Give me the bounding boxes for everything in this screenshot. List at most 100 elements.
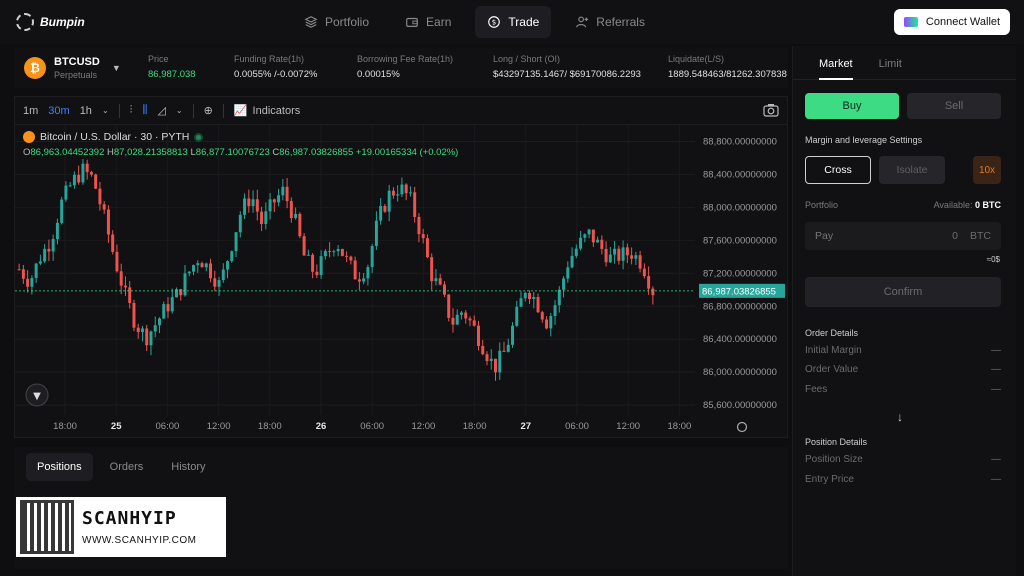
candle-body <box>323 250 327 257</box>
bar-chart-icon[interactable]: ⫶ <box>130 104 133 117</box>
chevron-down-icon[interactable]: ⌄ <box>176 106 183 115</box>
nav-portfolio[interactable]: Portfolio <box>292 6 381 38</box>
candle-body <box>476 325 480 346</box>
pair-type: Perpetuals <box>54 70 98 80</box>
margin-settings-label: Margin and leverage Settings <box>805 135 923 145</box>
connect-wallet-button[interactable]: Connect Wallet <box>894 9 1010 35</box>
timeframe-1h[interactable]: 1h <box>80 105 92 117</box>
gear-icon[interactable] <box>736 421 748 433</box>
candle-body <box>481 345 485 355</box>
leverage-button[interactable]: 10x <box>973 156 1001 184</box>
candle-body <box>162 304 166 319</box>
candle-body <box>532 297 536 299</box>
portfolio-row: Portfolio Available: 0 BTC <box>805 200 1001 210</box>
nav-trade[interactable]: $ Trade <box>475 6 552 38</box>
candle-body <box>47 248 51 252</box>
dollar-cycle-icon: $ <box>488 16 501 28</box>
pair-selector[interactable]: ₿ BTCUSD Perpetuals ▼ <box>14 56 142 80</box>
x-tick-label: 18:00 <box>668 421 692 432</box>
candle-body <box>425 238 429 258</box>
x-tick-label: 25 <box>111 421 122 432</box>
order-details-label: Order Details <box>805 328 859 338</box>
candle-body <box>502 350 506 352</box>
watermark-title: SCANHYIP <box>82 508 177 529</box>
pay-unit: BTC <box>970 230 991 242</box>
app-logo[interactable]: Bumpin <box>16 13 85 31</box>
sell-button[interactable]: Sell <box>907 93 1001 119</box>
candle-body <box>596 239 600 243</box>
candle-body <box>64 185 68 200</box>
candle-body <box>489 358 493 361</box>
candle-body <box>400 184 404 195</box>
candle-body <box>60 199 64 223</box>
candle-body <box>430 257 434 282</box>
candle-body <box>175 289 178 298</box>
candle-body <box>234 232 238 252</box>
tradingview-logo-icon: ▼ <box>33 391 41 402</box>
nav-referrals[interactable]: Referrals <box>563 6 657 38</box>
candle-body <box>221 269 225 281</box>
market-info-bar: ₿ BTCUSD Perpetuals ▼ Price 86,987.038 F… <box>14 48 788 88</box>
qr-code-icon <box>20 500 74 554</box>
candle-body <box>353 260 357 280</box>
candle-body <box>170 297 174 312</box>
add-circle-icon[interactable]: ⊕ <box>204 104 213 117</box>
candle-body <box>332 251 336 253</box>
isolate-margin-button[interactable]: Isolate <box>879 156 945 184</box>
indicators-button[interactable]: 📈 Indicators <box>233 104 300 118</box>
candle-body <box>553 305 557 317</box>
tab-history[interactable]: History <box>160 453 216 481</box>
top-bar: Bumpin Portfolio Earn $ Trade Referrals … <box>0 0 1024 44</box>
x-tick-label: 12:00 <box>412 421 436 432</box>
chevron-down-icon[interactable]: ⌄ <box>102 106 109 115</box>
candle-body <box>391 190 395 196</box>
buy-button[interactable]: Buy <box>805 93 899 119</box>
timeframe-1m[interactable]: 1m <box>23 105 38 117</box>
tab-market[interactable]: Market <box>819 58 853 80</box>
y-tick-label: 85,600.00000000 <box>703 400 777 411</box>
candle-body <box>115 251 119 272</box>
candle-body <box>583 234 587 238</box>
tab-limit[interactable]: Limit <box>879 58 902 79</box>
candle-body <box>285 186 289 202</box>
nav-earn[interactable]: Earn <box>393 6 463 38</box>
candle-body <box>523 292 527 299</box>
candle-body <box>102 204 106 210</box>
candle-body <box>404 184 408 194</box>
indicators-icon: 📈 <box>233 105 248 117</box>
candle-body <box>213 278 217 287</box>
candle-body <box>608 254 612 263</box>
candlestick-chart[interactable]: 88,800.00000000 88,400.00000000 88,000.000… <box>15 125 787 437</box>
tab-positions[interactable]: Positions <box>26 453 93 481</box>
candles-icon[interactable]: ⫼ <box>142 104 147 117</box>
timeframe-30m[interactable]: 30m <box>48 105 69 117</box>
candle-body <box>149 331 153 346</box>
pay-input[interactable] <box>815 230 925 242</box>
candle-body <box>119 271 123 286</box>
candle-body <box>587 229 591 235</box>
candle-body <box>515 306 519 326</box>
candle-body <box>43 248 47 262</box>
cross-margin-button[interactable]: Cross <box>805 156 871 184</box>
candle-body <box>17 269 21 271</box>
candle-body <box>438 278 442 285</box>
confirm-button[interactable]: Confirm <box>805 277 1001 307</box>
candle-body <box>136 327 140 332</box>
tab-orders[interactable]: Orders <box>99 453 155 481</box>
candle-body <box>549 316 553 329</box>
pay-field[interactable]: 0 BTC <box>805 222 1001 250</box>
candle-body <box>209 263 213 279</box>
y-tick-label: 88,800.00000000 <box>703 136 777 147</box>
candle-body <box>613 248 617 255</box>
candle-body <box>260 211 264 225</box>
arrow-down-icon[interactable]: ↓ <box>897 410 903 424</box>
bitcoin-icon <box>23 131 35 143</box>
camera-icon[interactable] <box>763 103 779 117</box>
app-name: Bumpin <box>40 15 85 29</box>
candle-body <box>468 318 472 321</box>
area-chart-icon[interactable]: ◿ <box>157 104 165 117</box>
candle-body <box>434 278 438 282</box>
candle-body <box>85 163 89 173</box>
bitcoin-icon: ₿ <box>24 57 46 79</box>
candle-body <box>536 297 540 313</box>
